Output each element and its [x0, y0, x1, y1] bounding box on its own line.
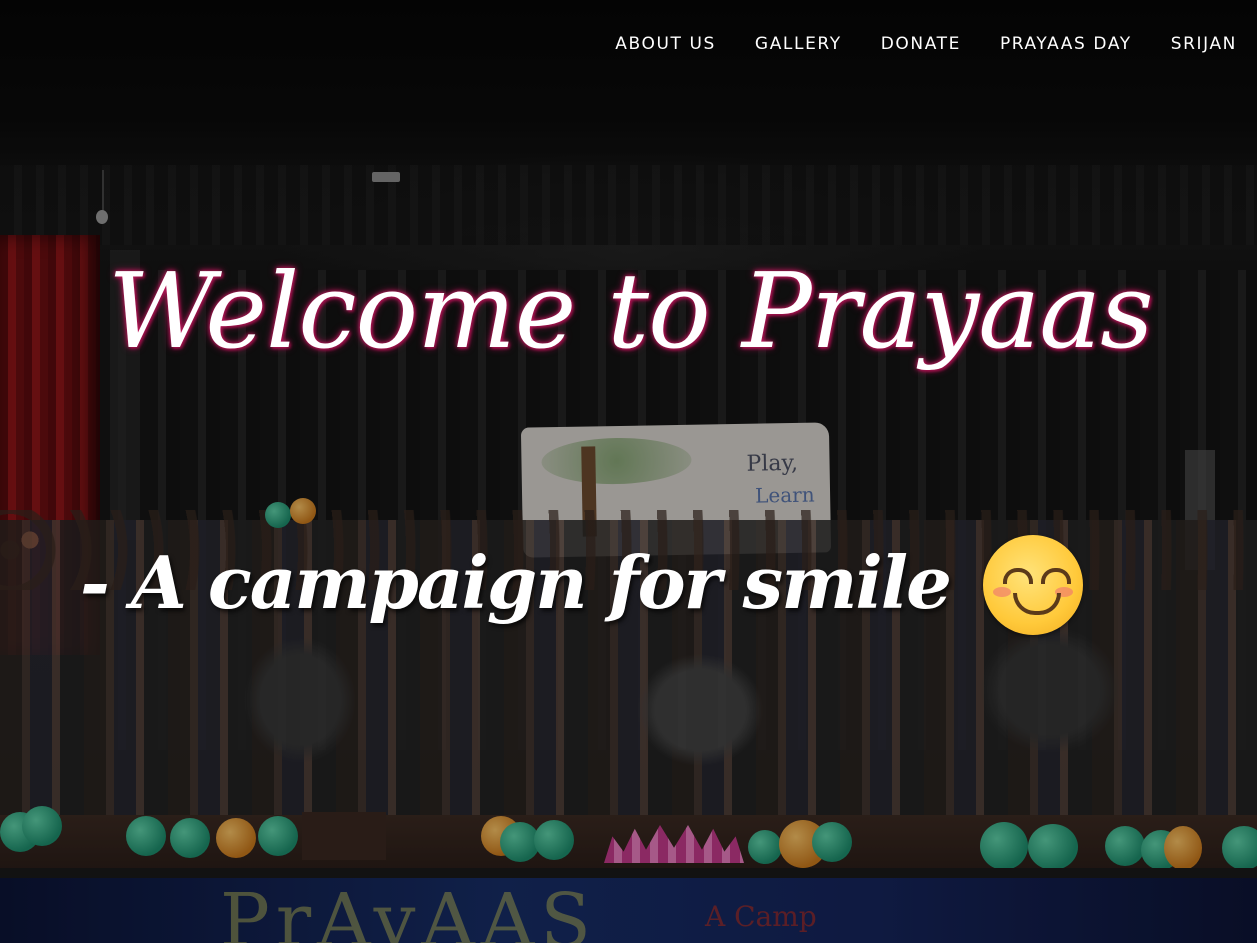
nav-item-srijan[interactable]: SRIJAN	[1171, 32, 1237, 56]
smiley-left-eye	[1003, 568, 1033, 584]
nav-item-gallery[interactable]: GALLERY	[755, 32, 842, 56]
nav-item-about-us[interactable]: ABOUT US	[615, 32, 716, 56]
nav-item-prayaas-day[interactable]: PRAYAAS DAY	[1000, 32, 1132, 56]
hero-background-photo: Play, Learn PrAyAAS A Camp	[0, 0, 1257, 943]
dark-overlay	[0, 0, 1257, 943]
smiling-face-icon	[983, 535, 1083, 635]
main-nav: ABOUT US GALLERY DONATE PRAYAAS DAY SRIJ…	[615, 32, 1237, 56]
smiley-mouth	[1013, 593, 1061, 615]
smiley-right-eye	[1041, 568, 1071, 584]
nav-item-donate[interactable]: DONATE	[881, 32, 961, 56]
hero-subtitle: - A campaign for smile	[80, 540, 952, 625]
hero-title: Welcome to Prayaas	[108, 250, 1154, 372]
smiley-left-cheek	[993, 587, 1011, 597]
